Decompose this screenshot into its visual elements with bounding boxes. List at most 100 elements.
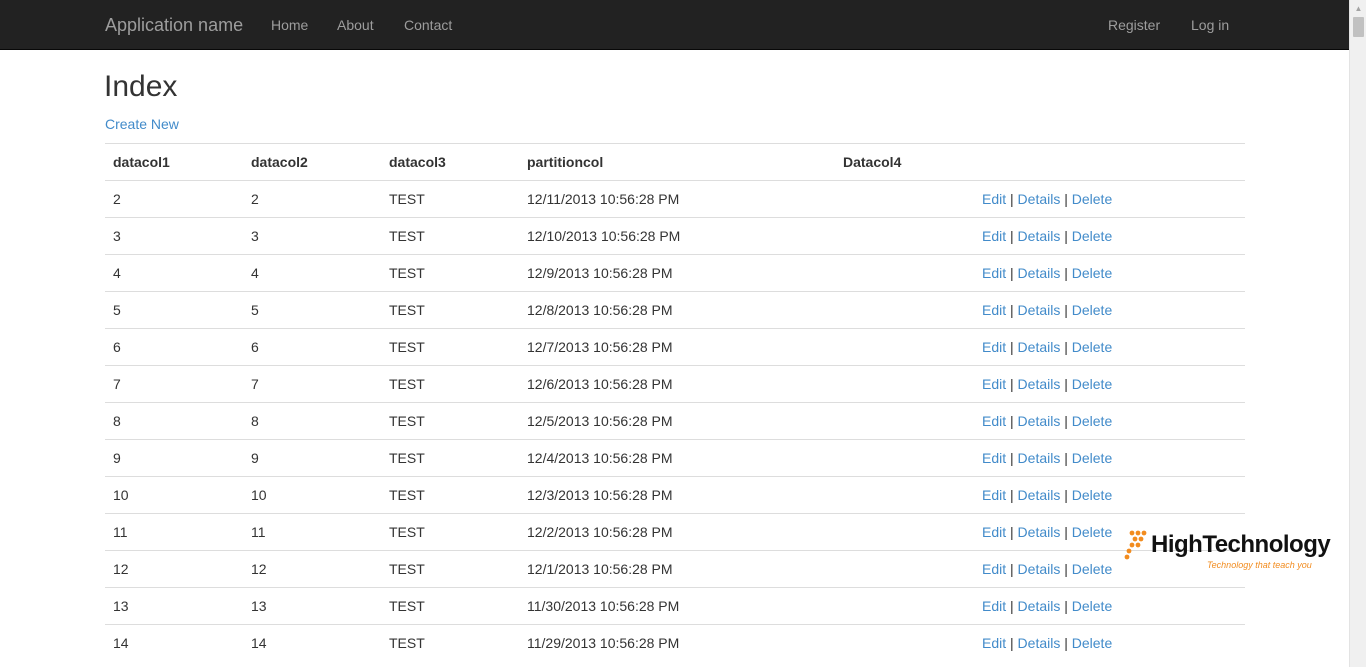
delete-link[interactable]: Delete xyxy=(1072,561,1112,577)
action-separator: | xyxy=(1064,228,1068,244)
action-separator: | xyxy=(1010,265,1014,281)
cell-datacol1: 14 xyxy=(105,624,243,662)
delete-link[interactable]: Delete xyxy=(1072,598,1112,614)
cell-datacol1: 11 xyxy=(105,513,243,551)
cell-datacol4 xyxy=(835,291,974,329)
details-link[interactable]: Details xyxy=(1018,413,1061,429)
table-row: 8 8 TEST 12/5/2013 10:56:28 PM Edit | Detail… xyxy=(105,402,1245,440)
cell-datacol2: 9 xyxy=(243,439,381,477)
cell-datacol4 xyxy=(835,254,974,292)
action-separator: | xyxy=(1010,561,1014,577)
vertical-scrollbar[interactable]: ▲ xyxy=(1349,0,1366,667)
delete-link[interactable]: Delete xyxy=(1072,635,1112,651)
cell-partitioncol: 11/29/2013 10:56:28 PM xyxy=(519,624,835,662)
cell-partitioncol: 12/6/2013 10:56:28 PM xyxy=(519,365,835,403)
scroll-up-arrow-icon[interactable]: ▲ xyxy=(1350,0,1366,17)
row-actions: Edit | Details | Delete xyxy=(974,476,1245,514)
edit-link[interactable]: Edit xyxy=(982,598,1006,614)
row-actions: Edit | Details | Delete xyxy=(974,624,1245,662)
nav-contact-link[interactable]: Contact xyxy=(404,16,452,34)
row-actions: Edit | Details | Delete xyxy=(974,365,1245,403)
edit-link[interactable]: Edit xyxy=(982,376,1006,392)
cell-datacol4 xyxy=(835,217,974,255)
action-separator: | xyxy=(1064,413,1068,429)
cell-datacol4 xyxy=(835,328,974,366)
cell-datacol2: 5 xyxy=(243,291,381,329)
action-separator: | xyxy=(1010,339,1014,355)
delete-link[interactable]: Delete xyxy=(1072,450,1112,466)
table-row: 12 12 TEST 12/1/2013 10:56:28 PM Edit | Deta… xyxy=(105,550,1245,588)
cell-datacol2: 4 xyxy=(243,254,381,292)
cell-datacol2: 2 xyxy=(243,180,381,218)
cell-datacol2: 6 xyxy=(243,328,381,366)
cell-partitioncol: 12/1/2013 10:56:28 PM xyxy=(519,550,835,588)
edit-link[interactable]: Edit xyxy=(982,302,1006,318)
edit-link[interactable]: Edit xyxy=(982,413,1006,429)
watermark-tagline: Technology that teach you xyxy=(1207,560,1312,570)
details-link[interactable]: Details xyxy=(1018,376,1061,392)
cell-datacol1: 12 xyxy=(105,550,243,588)
nav-login-link[interactable]: Log in xyxy=(1191,16,1229,34)
edit-link[interactable]: Edit xyxy=(982,450,1006,466)
action-separator: | xyxy=(1010,228,1014,244)
cell-datacol3: TEST xyxy=(381,217,519,255)
cell-datacol4 xyxy=(835,180,974,218)
edit-link[interactable]: Edit xyxy=(982,265,1006,281)
cell-datacol1: 6 xyxy=(105,328,243,366)
cell-datacol2: 11 xyxy=(243,513,381,551)
details-link[interactable]: Details xyxy=(1018,635,1061,651)
create-new-link[interactable]: Create New xyxy=(105,115,179,133)
cell-datacol1: 4 xyxy=(105,254,243,292)
cell-datacol2: 3 xyxy=(243,217,381,255)
details-link[interactable]: Details xyxy=(1018,339,1061,355)
delete-link[interactable]: Delete xyxy=(1072,228,1112,244)
details-link[interactable]: Details xyxy=(1018,450,1061,466)
edit-link[interactable]: Edit xyxy=(982,228,1006,244)
details-link[interactable]: Details xyxy=(1018,191,1061,207)
details-link[interactable]: Details xyxy=(1018,302,1061,318)
delete-link[interactable]: Delete xyxy=(1072,302,1112,318)
action-separator: | xyxy=(1010,524,1014,540)
cell-partitioncol: 12/3/2013 10:56:28 PM xyxy=(519,476,835,514)
details-link[interactable]: Details xyxy=(1018,265,1061,281)
cell-partitioncol: 12/8/2013 10:56:28 PM xyxy=(519,291,835,329)
delete-link[interactable]: Delete xyxy=(1072,524,1112,540)
cell-datacol3: TEST xyxy=(381,439,519,477)
delete-link[interactable]: Delete xyxy=(1072,265,1112,281)
cell-datacol3: TEST xyxy=(381,513,519,551)
action-separator: | xyxy=(1064,635,1068,652)
brand-link[interactable]: Application name xyxy=(105,14,243,36)
delete-link[interactable]: Delete xyxy=(1072,413,1112,429)
cell-partitioncol: 12/11/2013 10:56:28 PM xyxy=(519,180,835,218)
navbar: Application name Home About Contact Regi… xyxy=(0,0,1349,50)
delete-link[interactable]: Delete xyxy=(1072,487,1112,503)
details-link[interactable]: Details xyxy=(1018,524,1061,540)
edit-link[interactable]: Edit xyxy=(982,339,1006,355)
details-link[interactable]: Details xyxy=(1018,228,1061,244)
details-link[interactable]: Details xyxy=(1018,598,1061,614)
table-row: 2 2 TEST 12/11/2013 10:56:28 PM Edit | Detai… xyxy=(105,180,1245,218)
cell-datacol3: TEST xyxy=(381,180,519,218)
nav-home-link[interactable]: Home xyxy=(271,16,308,34)
nav-register-link[interactable]: Register xyxy=(1108,16,1160,34)
row-actions: Edit | Details | Delete xyxy=(974,291,1245,329)
edit-link[interactable]: Edit xyxy=(982,524,1006,540)
action-separator: | xyxy=(1064,302,1068,318)
cell-datacol4 xyxy=(835,587,974,625)
delete-link[interactable]: Delete xyxy=(1072,376,1112,392)
edit-link[interactable]: Edit xyxy=(982,191,1006,207)
nav-about-link[interactable]: About xyxy=(337,16,374,34)
edit-link[interactable]: Edit xyxy=(982,635,1006,651)
cell-datacol3: TEST xyxy=(381,550,519,588)
details-link[interactable]: Details xyxy=(1018,487,1061,503)
action-separator: | xyxy=(1010,450,1014,466)
watermark-title: HighTechnology xyxy=(1151,531,1331,558)
delete-link[interactable]: Delete xyxy=(1072,191,1112,207)
edit-link[interactable]: Edit xyxy=(982,561,1006,577)
action-separator: | xyxy=(1064,339,1068,355)
delete-link[interactable]: Delete xyxy=(1072,339,1112,355)
cell-datacol2: 10 xyxy=(243,476,381,514)
edit-link[interactable]: Edit xyxy=(982,487,1006,503)
details-link[interactable]: Details xyxy=(1018,561,1061,577)
scroll-thumb[interactable] xyxy=(1353,17,1364,37)
